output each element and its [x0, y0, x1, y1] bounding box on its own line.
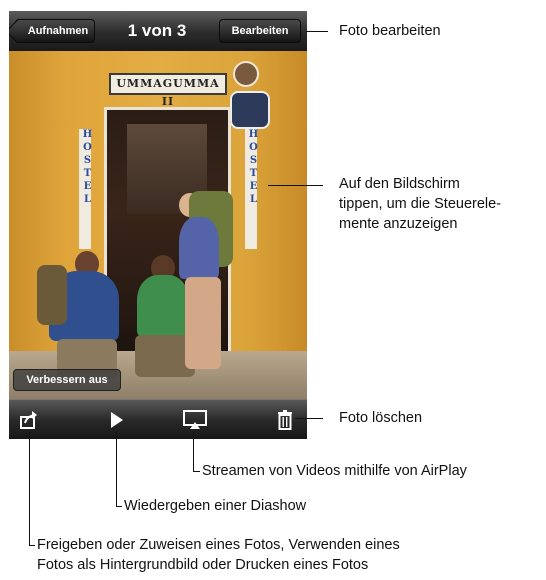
hostel-sign: UMMAGUMMA II	[109, 73, 227, 108]
page-title: 1 von 3	[127, 21, 187, 40]
callout-share-line-1: Freigeben oder Zuweisen eines Fotos, Ver…	[37, 537, 400, 553]
person-1-backpack	[37, 265, 67, 325]
edit-button[interactable]: Bearbeiten	[219, 19, 301, 43]
play-icon[interactable]	[109, 410, 125, 435]
callout-share-line-2: Fotos als Hintergrundbild oder Drucken e…	[37, 557, 369, 573]
navigation-bar: Aufnahmen 1 von 3 Bearbeiten	[9, 11, 307, 52]
vertical-sign-left-text: HOSTEL	[82, 129, 93, 207]
wall-badge-round	[233, 61, 259, 87]
callout-line-slideshow-foot	[116, 506, 122, 507]
callout-airplay: Streamen von Videos mithilfe von AirPlay	[202, 463, 467, 479]
airplay-icon[interactable]	[183, 410, 207, 435]
person-3-legs	[185, 277, 221, 369]
callout-line-share-foot	[29, 545, 35, 546]
callout-line-delete	[295, 418, 323, 419]
vertical-sign-left: HOSTEL	[79, 129, 93, 249]
vertical-sign-right: HOSTEL	[245, 129, 259, 249]
callout-line-airplay	[193, 432, 194, 472]
callout-delete: Foto löschen	[339, 410, 423, 426]
photo[interactable]: UMMAGUMMA II HOSTEL HOSTEL Verbessern au…	[9, 51, 307, 399]
callout-line-share	[29, 432, 30, 546]
person-3-body	[179, 217, 219, 279]
callout-edit: Foto bearbeiten	[339, 23, 441, 39]
callout-tap: Auf den Bildschirm tippen, um die Steuer…	[339, 174, 501, 234]
enhance-button[interactable]: Verbessern aus	[13, 369, 121, 391]
wall-badge-octagon	[230, 91, 270, 129]
trash-icon[interactable]	[277, 409, 293, 436]
callout-line-edit	[306, 31, 328, 32]
callout-line-airplay-foot	[193, 471, 200, 472]
bottom-toolbar	[9, 399, 307, 439]
vertical-sign-right-text: HOSTEL	[248, 129, 259, 207]
callout-share: Freigeben oder Zuweisen eines Fotos, Ver…	[37, 535, 400, 575]
callout-line-slideshow	[116, 432, 117, 507]
callout-line-tap	[268, 185, 323, 186]
back-button[interactable]: Aufnahmen	[15, 19, 95, 43]
callout-tap-line-3: mente anzuzeigen	[339, 216, 458, 232]
person-2-body	[137, 275, 189, 337]
callout-tap-line-1: Auf den Bildschirm	[339, 176, 460, 192]
callout-tap-line-2: tippen, um die Steuerele-	[339, 196, 502, 212]
photo-viewer-screen[interactable]: Aufnahmen 1 von 3 Bearbeiten UMMAGUMMA I…	[9, 11, 307, 439]
callout-slideshow: Wiedergeben einer Diashow	[124, 498, 307, 514]
